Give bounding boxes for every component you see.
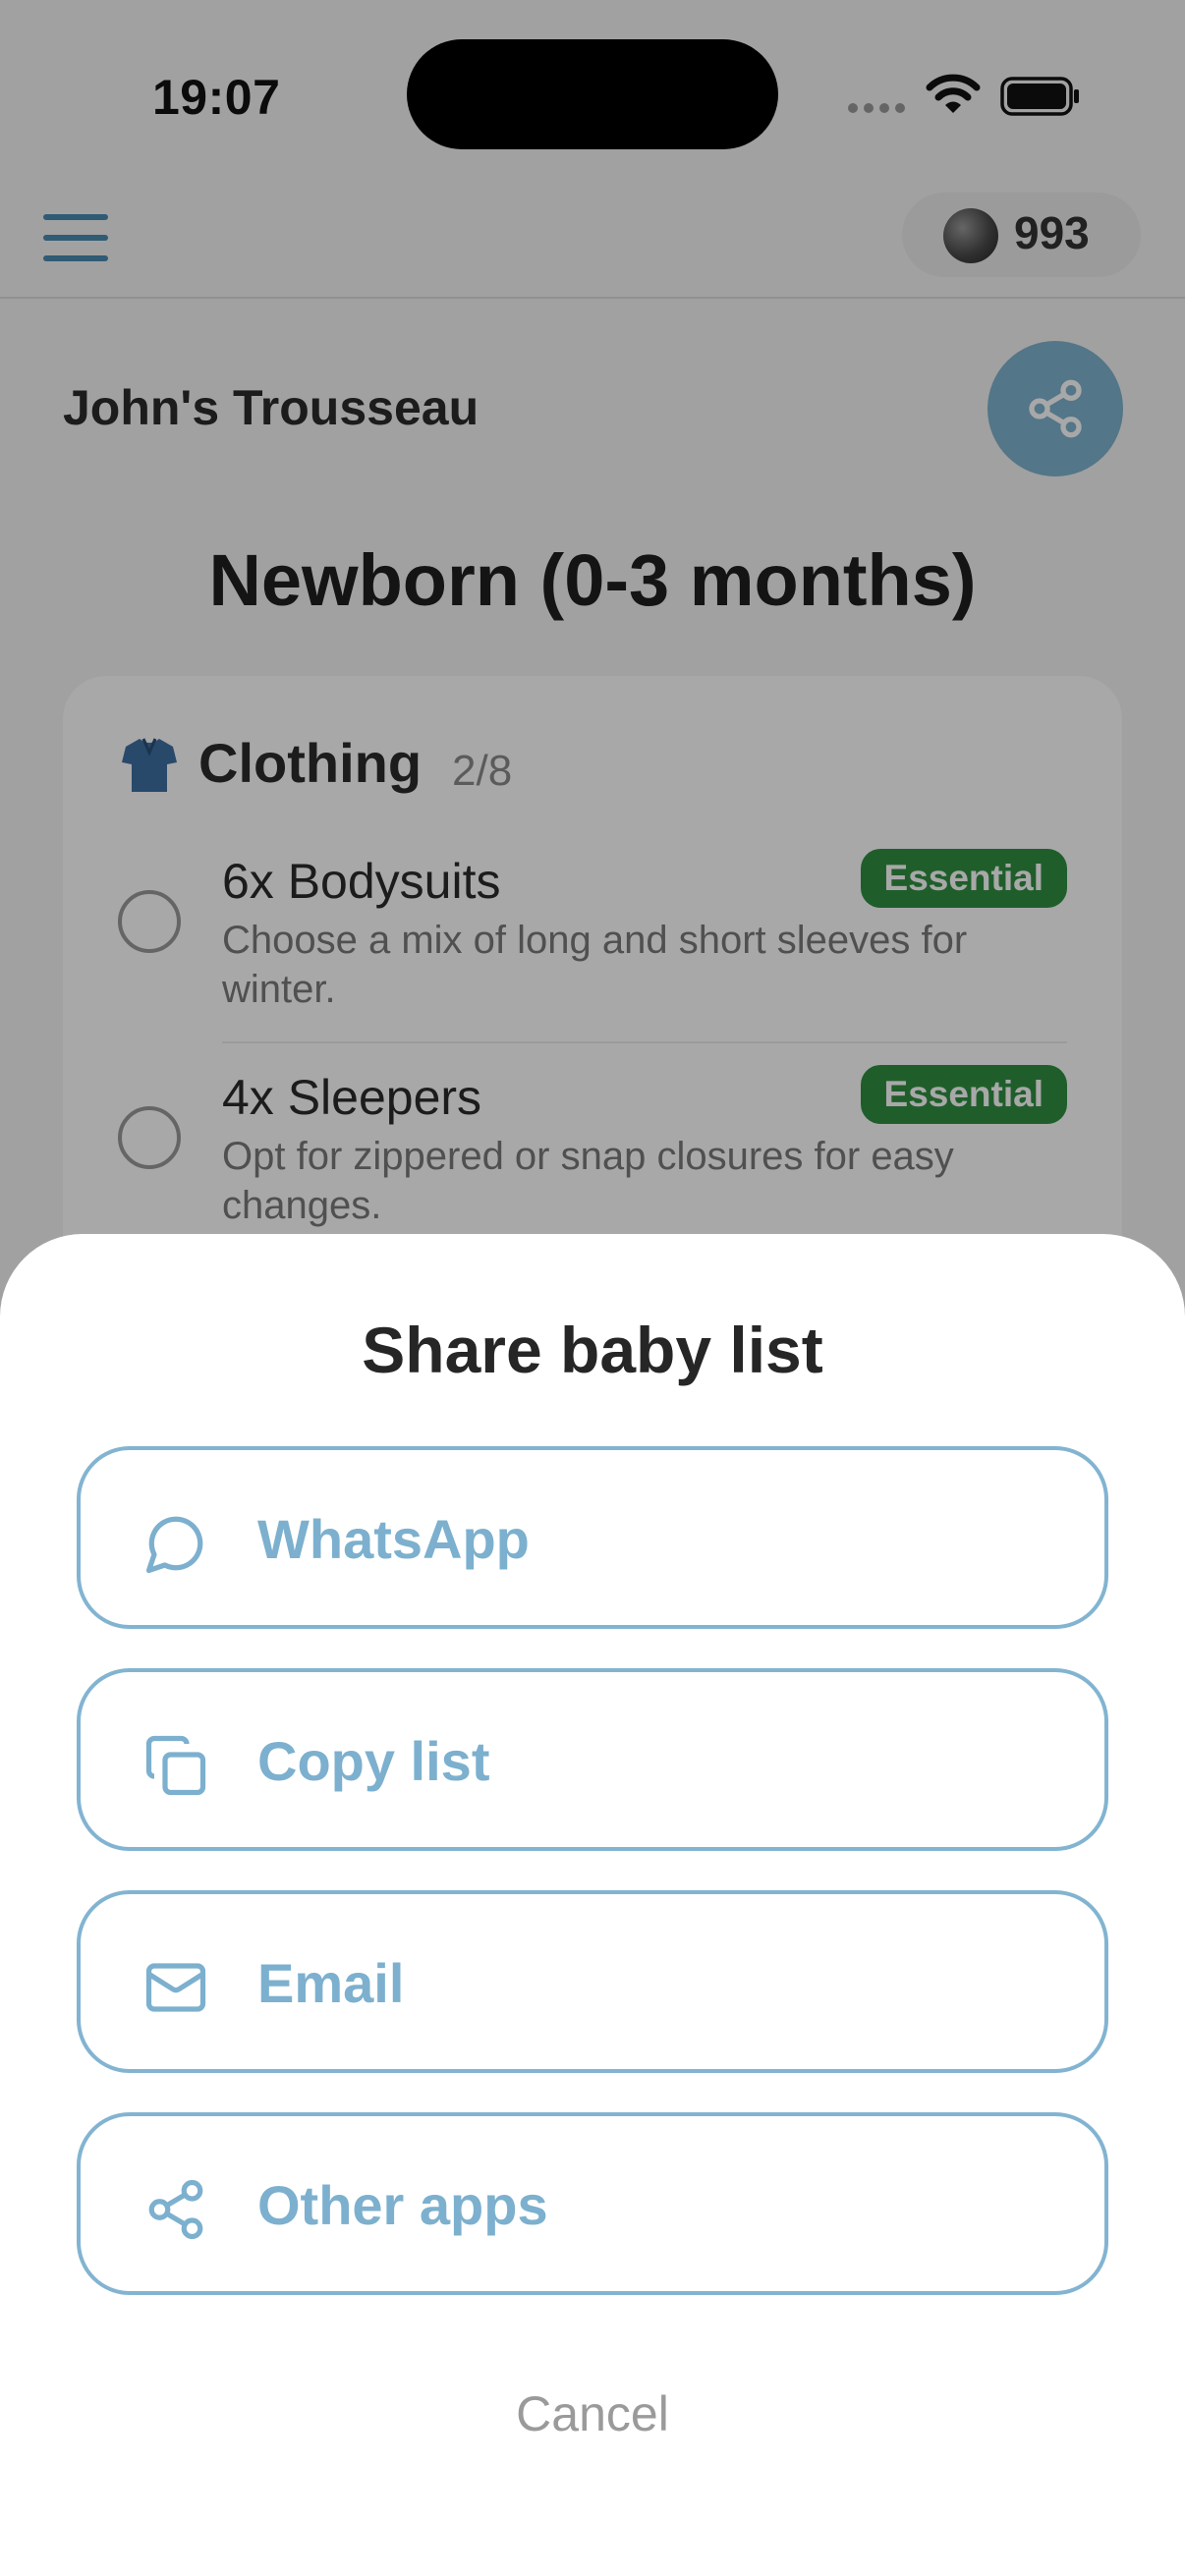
share-icon bbox=[148, 2179, 203, 2240]
chat-bubble-icon bbox=[145, 1516, 203, 1574]
copy-icon bbox=[145, 1735, 206, 1796]
option-label: WhatsApp bbox=[257, 1508, 530, 1570]
share-whatsapp-button[interactable]: WhatsApp bbox=[77, 1446, 1108, 1629]
share-other-apps-button[interactable]: Other apps bbox=[77, 2112, 1108, 2295]
option-label: Copy list bbox=[257, 1730, 490, 1792]
share-copy-button[interactable]: Copy list bbox=[77, 1668, 1108, 1851]
share-sheet-title: Share baby list bbox=[362, 1314, 823, 1386]
option-label: Other apps bbox=[257, 2174, 548, 2236]
mail-icon bbox=[145, 1963, 206, 2012]
share-email-button[interactable]: Email bbox=[77, 1890, 1108, 2073]
share-sheet: Share baby list WhatsApp Copy list Email… bbox=[0, 1234, 1185, 2576]
option-label: Email bbox=[257, 1952, 405, 2014]
cancel-button[interactable]: Cancel bbox=[0, 2385, 1185, 2442]
